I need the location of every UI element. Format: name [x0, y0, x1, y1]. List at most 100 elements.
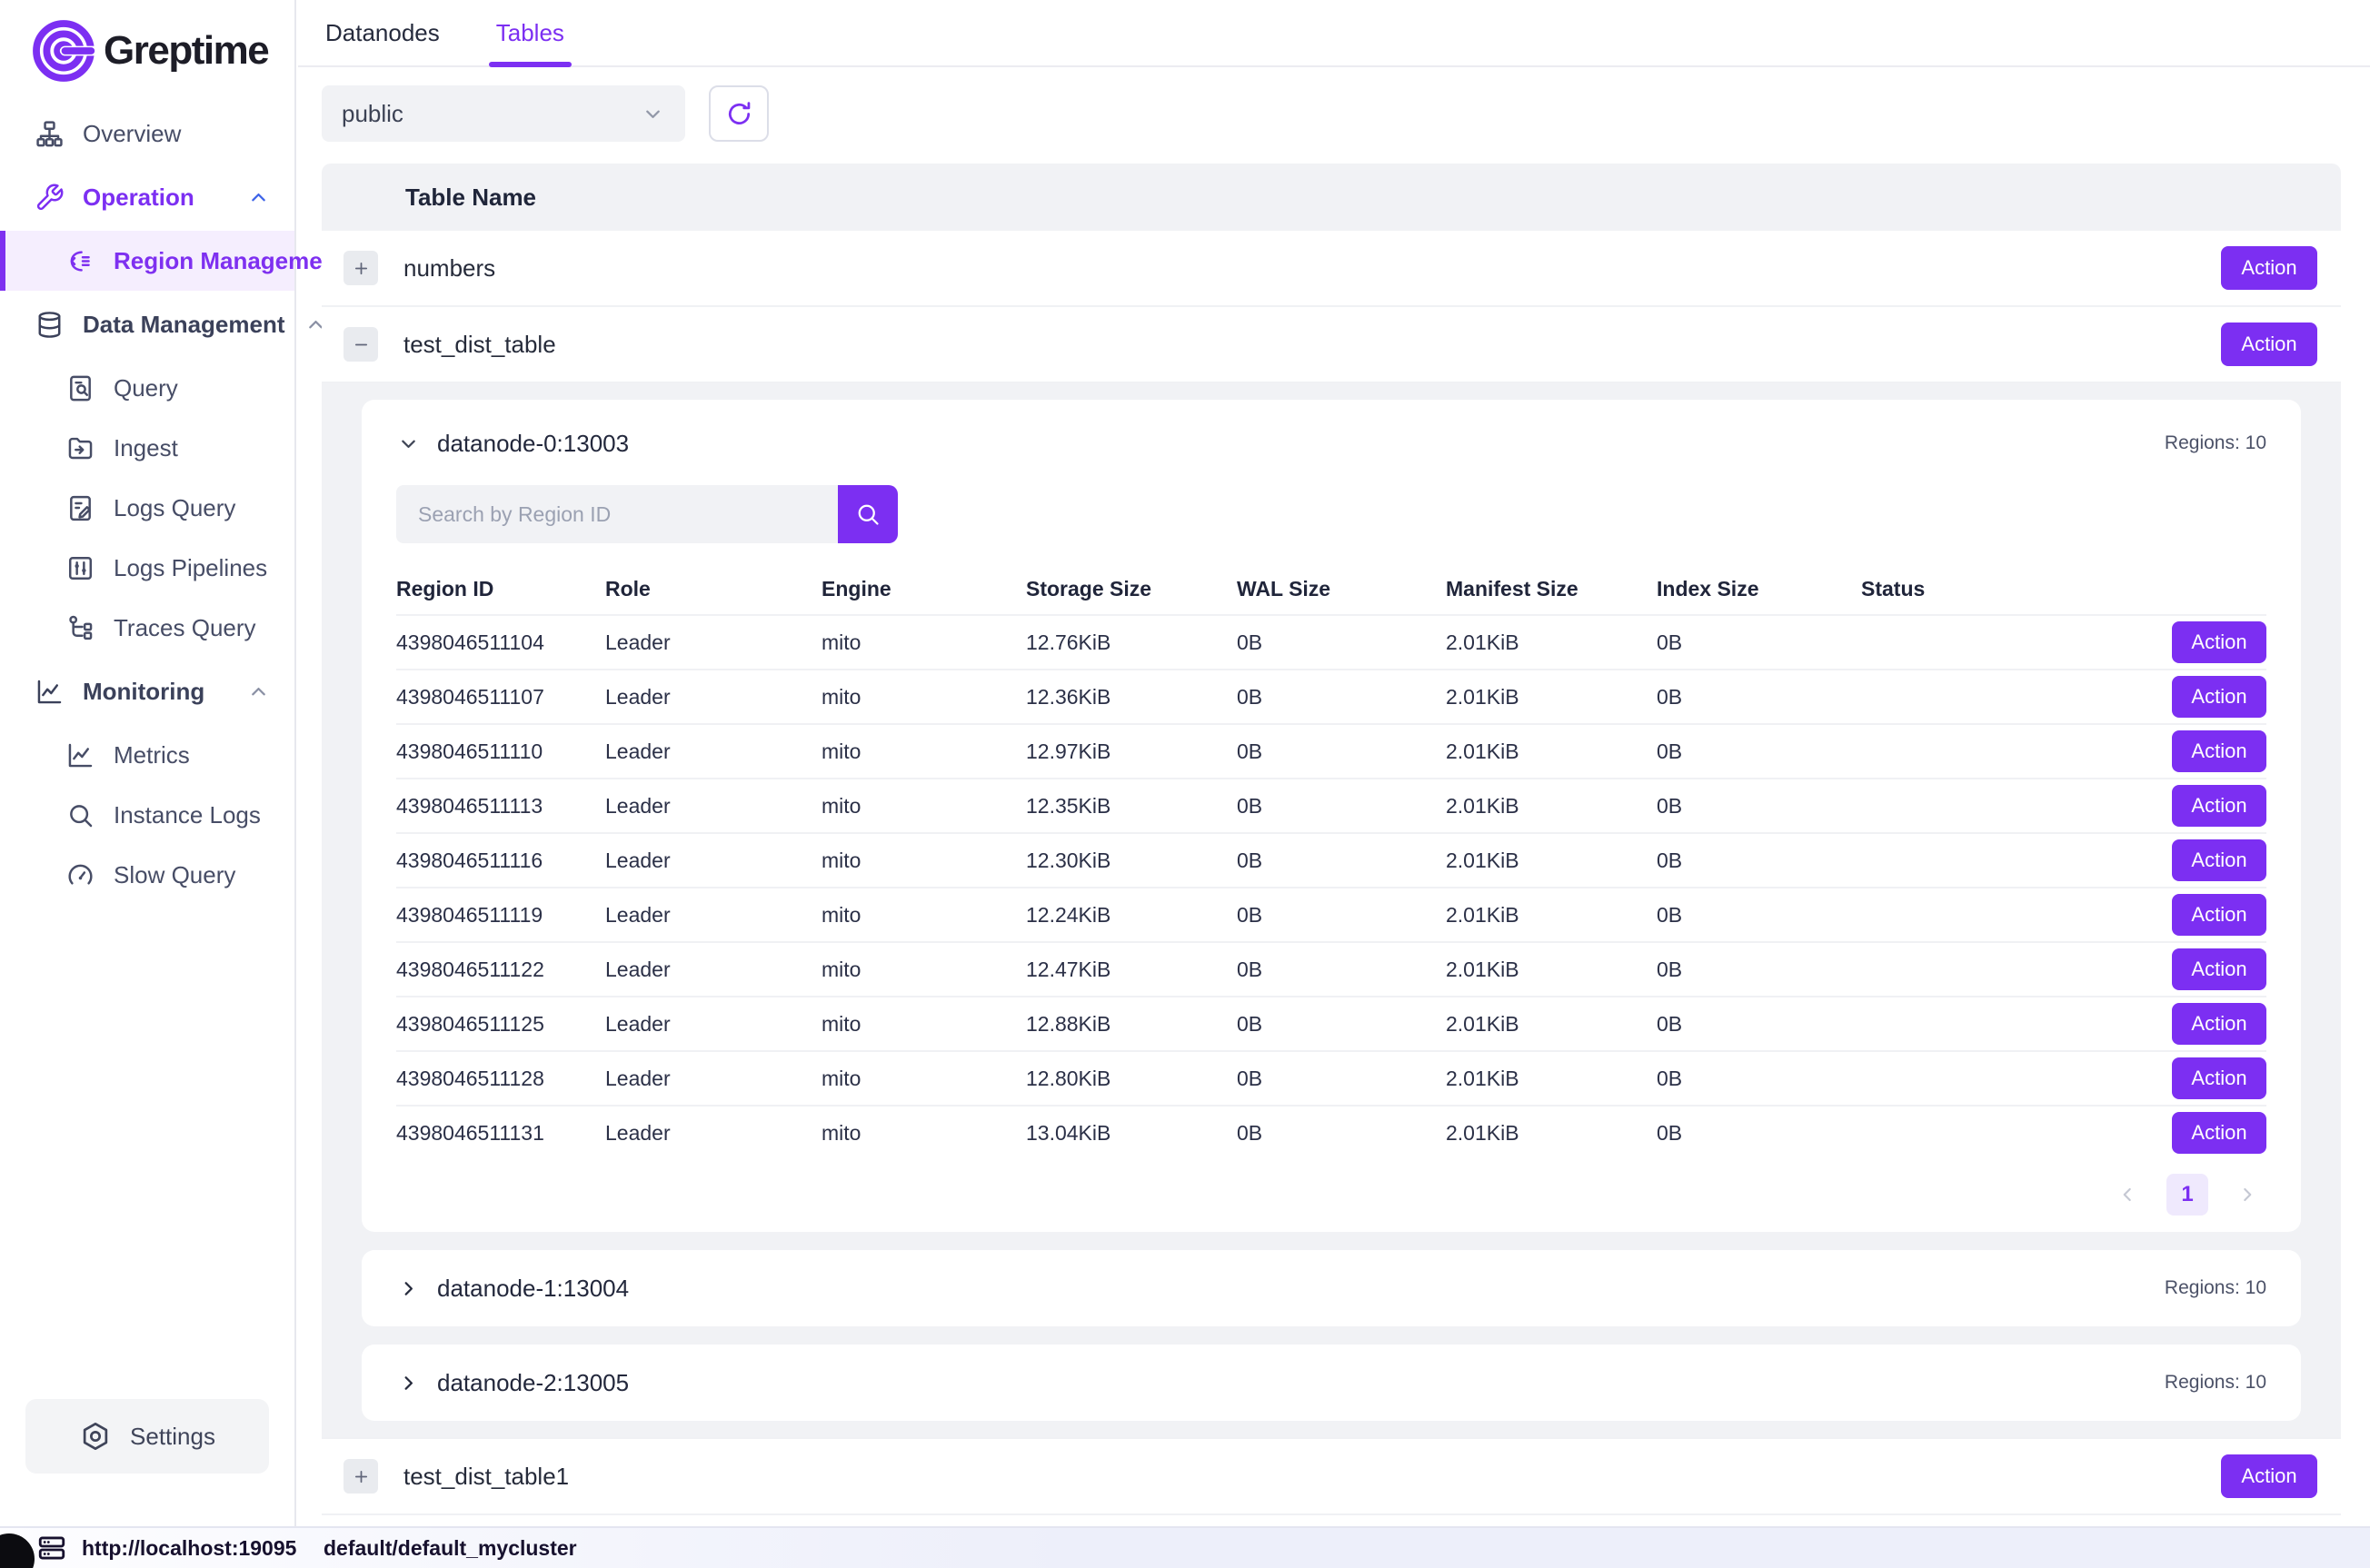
action-button[interactable]: Action	[2172, 1003, 2266, 1045]
doc-edit-icon	[65, 493, 95, 523]
role-cell: Leader	[605, 958, 822, 982]
sidebar-item-overview[interactable]: Overview	[0, 104, 294, 164]
settings-label: Settings	[130, 1423, 215, 1451]
search-icon	[65, 800, 95, 830]
region-search-input[interactable]	[396, 485, 838, 543]
role-cell: Leader	[605, 1121, 822, 1146]
manifest-size-cell: 2.01KiB	[1446, 739, 1657, 764]
action-button[interactable]: Action	[2172, 730, 2266, 772]
wal-size-cell: 0B	[1237, 794, 1446, 819]
sitemap-icon	[35, 119, 65, 149]
schema-select[interactable]: public	[322, 85, 685, 142]
action-button[interactable]: Action	[2172, 894, 2266, 936]
expand-button[interactable]	[344, 1459, 378, 1494]
prev-page-button[interactable]	[2116, 1183, 2139, 1206]
region-id-cell: 4398046511110	[396, 739, 605, 764]
next-page-button[interactable]	[2236, 1183, 2259, 1206]
region-table-row: 4398046511128Leadermito12.80KiB0B2.01KiB…	[396, 1050, 2266, 1105]
sidebar-item-monitoring[interactable]: Monitoring	[0, 658, 294, 725]
regions-count: Regions: 10	[2165, 1277, 2266, 1299]
chevron-up-icon	[246, 185, 271, 210]
chevron-right-icon	[396, 1371, 421, 1395]
tab-datanodes[interactable]: Datanodes	[325, 0, 440, 65]
chevron-down-icon	[641, 102, 665, 126]
column-header: Index Size	[1657, 577, 1861, 601]
datanode-title: datanode-1:13004	[437, 1275, 629, 1303]
region-table-row: 4398046511104Leadermito12.76KiB0B2.01KiB…	[396, 614, 2266, 669]
action-button[interactable]: Action	[2172, 1057, 2266, 1099]
region-id-cell: 4398046511119	[396, 903, 605, 928]
greptime-logo[interactable]: Greptime	[0, 0, 294, 104]
engine-cell: mito	[822, 903, 1026, 928]
datanode-card-2[interactable]: datanode-2:13005 Regions: 10	[362, 1345, 2301, 1421]
sidebar-item-metrics[interactable]: Metrics	[0, 725, 294, 785]
storage-size-cell: 12.47KiB	[1026, 958, 1237, 982]
engine-cell: mito	[822, 1067, 1026, 1091]
sidebar-item-query[interactable]: Query	[0, 358, 294, 418]
sidebar-item-ingest[interactable]: Ingest	[0, 418, 294, 478]
region-table-row: 4398046511125Leadermito12.88KiB0B2.01KiB…	[396, 996, 2266, 1050]
collapse-button[interactable]	[344, 327, 378, 362]
sidebar-item-slow-query[interactable]: Slow Query	[0, 845, 294, 905]
sidebar-item-label: Ingest	[114, 434, 178, 462]
plus-icon	[352, 259, 371, 278]
tables-content: public Table Name numbers Action	[298, 67, 2370, 1515]
sidebar: Greptime OverviewOperationRegion Managem…	[0, 0, 296, 1526]
settings-button[interactable]: Settings	[25, 1399, 269, 1474]
region-table-row: 4398046511107Leadermito12.36KiB0B2.01KiB…	[396, 669, 2266, 723]
action-button[interactable]: Action	[2221, 246, 2317, 290]
wal-size-cell: 0B	[1237, 903, 1446, 928]
region-id-cell: 4398046511104	[396, 630, 605, 655]
storage-size-cell: 13.04KiB	[1026, 1121, 1237, 1146]
column-header: Manifest Size	[1446, 577, 1657, 601]
datanode-card-1[interactable]: datanode-1:13004 Regions: 10	[362, 1250, 2301, 1326]
region-id-cell: 4398046511113	[396, 794, 605, 819]
expand-button[interactable]	[344, 251, 378, 285]
wal-size-cell: 0B	[1237, 1067, 1446, 1091]
tab-tables[interactable]: Tables	[496, 0, 564, 65]
sidebar-item-logs-pipelines[interactable]: Logs Pipelines	[0, 538, 294, 598]
column-header: Status	[1861, 577, 2025, 601]
manifest-size-cell: 2.01KiB	[1446, 958, 1657, 982]
region-search-button[interactable]	[838, 485, 898, 543]
pagination: 1	[396, 1159, 2266, 1225]
app-root: Greptime OverviewOperationRegion Managem…	[0, 0, 2370, 1568]
plus-icon	[352, 1467, 371, 1486]
chevron-up-icon	[246, 680, 271, 704]
sidebar-item-instance-logs[interactable]: Instance Logs	[0, 785, 294, 845]
sidebar-item-region-management[interactable]: Region Management	[0, 231, 294, 291]
doc-search-icon	[65, 373, 95, 403]
sidebar-item-logs-query[interactable]: Logs Query	[0, 478, 294, 538]
action-button[interactable]: Action	[2172, 839, 2266, 881]
wal-size-cell: 0B	[1237, 849, 1446, 873]
role-cell: Leader	[605, 739, 822, 764]
action-button[interactable]: Action	[2172, 1112, 2266, 1154]
datanode-toggle[interactable]: datanode-0:13003 Regions: 10	[396, 423, 2266, 463]
region-id-cell: 4398046511107	[396, 685, 605, 710]
region-search	[396, 485, 2266, 543]
main-panel: Datanodes Tables public Table Name	[298, 0, 2370, 1526]
action-button[interactable]: Action	[2172, 785, 2266, 827]
index-size-cell: 0B	[1657, 739, 1861, 764]
action-button[interactable]: Action	[2221, 1454, 2317, 1498]
statusbar: http://localhost:19095 default/default_m…	[0, 1526, 2370, 1568]
chevron-down-icon	[396, 432, 421, 456]
storage-size-cell: 12.97KiB	[1026, 739, 1237, 764]
sidebar-item-data-management[interactable]: Data Management	[0, 291, 294, 358]
table-name: numbers	[403, 254, 495, 283]
action-button[interactable]: Action	[2172, 948, 2266, 990]
action-button[interactable]: Action	[2172, 621, 2266, 663]
regions-count: Regions: 10	[2165, 1372, 2266, 1394]
action-button[interactable]: Action	[2221, 323, 2317, 366]
schema-selected-value: public	[342, 100, 403, 128]
column-header: Region ID	[396, 577, 605, 601]
region-id-cell: 4398046511128	[396, 1067, 605, 1091]
wal-size-cell: 0B	[1237, 1012, 1446, 1037]
action-button[interactable]: Action	[2172, 676, 2266, 718]
sidebar-item-traces-query[interactable]: Traces Query	[0, 598, 294, 658]
refresh-button[interactable]	[709, 85, 769, 142]
sidebar-item-operation[interactable]: Operation	[0, 164, 294, 231]
page-1-button[interactable]: 1	[2166, 1174, 2208, 1216]
role-cell: Leader	[605, 685, 822, 710]
manifest-size-cell: 2.01KiB	[1446, 903, 1657, 928]
